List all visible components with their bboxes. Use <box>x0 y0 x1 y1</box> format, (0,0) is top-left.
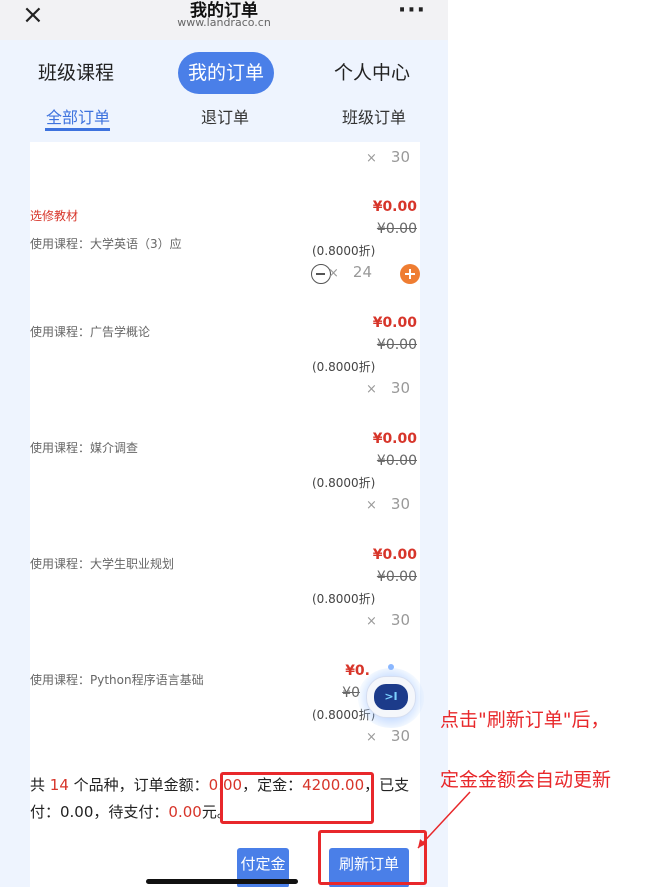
plus-icon[interactable] <box>400 264 420 284</box>
multiply-sign: × <box>366 382 377 397</box>
quantity-value: 24 <box>352 263 372 281</box>
title-bar: × 我的订单 www.landraco.cn ··· <box>0 0 448 40</box>
quantity: × 24 <box>328 263 372 281</box>
active-subtab-underline <box>45 128 110 131</box>
multiply-sign: × <box>328 266 339 281</box>
item-discount: (0.8000折) <box>312 592 376 606</box>
header: 班级课程 我的订单 个人中心 全部订单 退订单 班级订单 <box>0 40 448 142</box>
annotation-text-line2: 定金金额会自动更新 <box>440 769 612 791</box>
summary-text: 共 <box>30 776 50 794</box>
tab-personal-center[interactable]: 个人中心 <box>326 52 418 94</box>
page-url: www.landraco.cn <box>177 16 271 29</box>
highlight-deposit-box <box>220 772 374 824</box>
tab-my-orders[interactable]: 我的订单 <box>178 52 274 94</box>
item-original-price: ¥0.00 <box>376 453 417 469</box>
summary-text: 个品种，订单金额： <box>68 776 209 794</box>
quantity: × 30 <box>366 379 410 397</box>
subtab-class-orders[interactable]: 班级订单 <box>342 104 406 128</box>
quantity-value: 30 <box>390 495 410 513</box>
item-count: 14 <box>49 776 69 794</box>
subtab-all-orders[interactable]: 全部订单 <box>46 104 110 128</box>
item-price: ¥0.00 <box>372 431 417 447</box>
robot-face: >I <box>374 684 408 710</box>
assistant-robot-icon[interactable]: >I <box>358 662 424 728</box>
multiply-sign: × <box>366 151 377 166</box>
item-course: 使用课程：广告学概论 <box>30 325 151 339</box>
quantity: × 30 <box>366 727 410 745</box>
item-original-price: ¥0.00 <box>376 337 417 353</box>
more-menu-icon[interactable]: ··· <box>398 0 426 23</box>
quantity-value: 30 <box>390 611 410 629</box>
highlight-refresh-box <box>318 830 427 885</box>
item-price: ¥0.00 <box>372 315 417 331</box>
quantity-value: 30 <box>390 148 410 166</box>
quantity-value: 30 <box>390 379 410 397</box>
quantity: × 30 <box>366 148 410 166</box>
multiply-sign: × <box>366 730 377 745</box>
item-discount: (0.8000折) <box>312 476 376 490</box>
item-discount: (0.8000折) <box>312 244 376 258</box>
item-course: 使用课程：大学生职业规划 <box>30 557 175 571</box>
home-indicator <box>146 879 298 884</box>
item-discount: (0.8000折) <box>312 360 376 374</box>
item-original-price: ¥0.00 <box>376 221 417 237</box>
quantity: × 30 <box>366 611 410 629</box>
annotation-text-line1: 点击"刷新订单"后， <box>440 709 610 731</box>
item-title: 选修教材 <box>30 209 79 223</box>
tab-class-courses[interactable]: 班级课程 <box>30 52 122 94</box>
item-price: ¥0.00 <box>372 199 417 215</box>
pending-amount: 0.00 <box>168 803 202 821</box>
phone-screen: × 我的订单 www.landraco.cn ··· 班级课程 我的订单 个人中… <box>0 0 448 887</box>
quantity-value: 30 <box>390 727 410 745</box>
subtab-refund-orders[interactable]: 退订单 <box>201 104 249 128</box>
robot-antenna <box>388 664 394 670</box>
item-course: 使用课程：媒介调查 <box>30 441 139 455</box>
quantity: × 30 <box>366 495 410 513</box>
multiply-sign: × <box>366 498 377 513</box>
item-price: ¥0.00 <box>372 547 417 563</box>
multiply-sign: × <box>366 614 377 629</box>
item-course: 使用课程：大学英语（3）应 <box>30 237 182 251</box>
item-course: 使用课程：Python程序语言基础 <box>30 673 204 687</box>
item-original-price: ¥0.00 <box>376 569 417 585</box>
